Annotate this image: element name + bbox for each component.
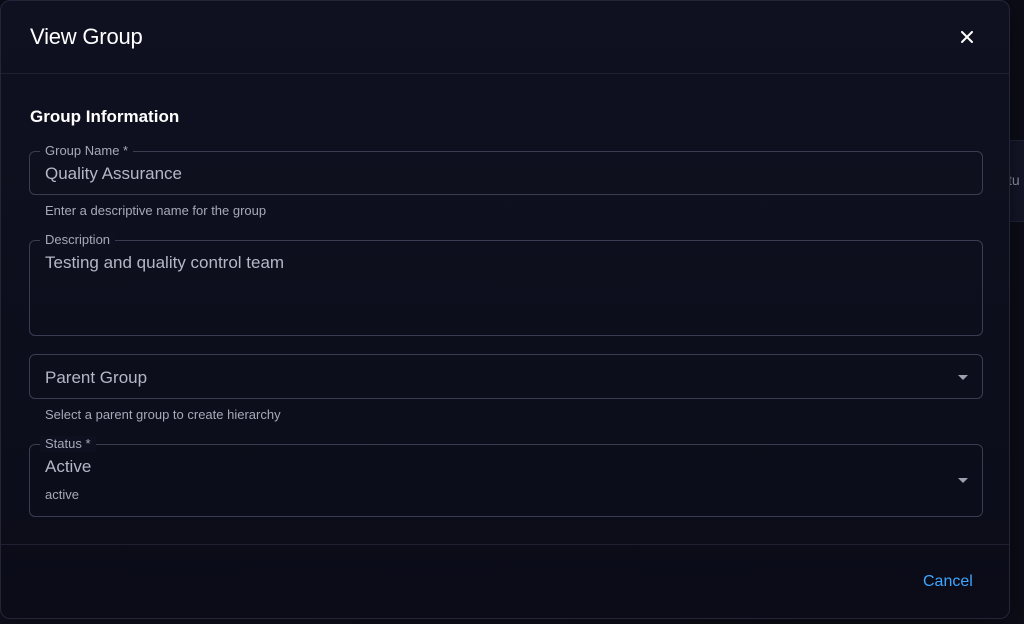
view-group-dialog: View Group Group Information Group Name … (0, 0, 1010, 619)
close-icon (961, 31, 973, 43)
group-name-helper: Enter a descriptive name for the group (45, 203, 267, 218)
chevron-down-icon (958, 478, 968, 483)
status-label: Status * (40, 436, 96, 452)
status-sub-value: active (45, 487, 79, 502)
status-value: Active (45, 457, 92, 476)
group-name-label: Group Name * (40, 143, 134, 159)
description-value: Testing and quality control team (45, 253, 285, 272)
group-name-value: Quality Assurance (45, 164, 183, 183)
description-field[interactable]: Description Testing and quality control … (29, 232, 983, 336)
cancel-button[interactable]: Cancel (913, 571, 983, 593)
close-button[interactable] (955, 25, 979, 49)
section-title: Group Information (30, 107, 180, 126)
status-select[interactable]: Status * Active active (29, 436, 983, 517)
dialog-header: View Group (1, 1, 1009, 74)
parent-group-select[interactable]: Parent Group (29, 354, 983, 399)
footer-divider (1, 544, 1009, 545)
dialog-title: View Group (30, 24, 143, 49)
group-name-field[interactable]: Group Name * Quality Assurance (29, 143, 983, 195)
parent-group-helper: Select a parent group to create hierarch… (45, 407, 281, 422)
description-label: Description (40, 232, 116, 248)
chevron-down-icon (958, 375, 968, 380)
parent-group-placeholder: Parent Group (45, 368, 148, 387)
